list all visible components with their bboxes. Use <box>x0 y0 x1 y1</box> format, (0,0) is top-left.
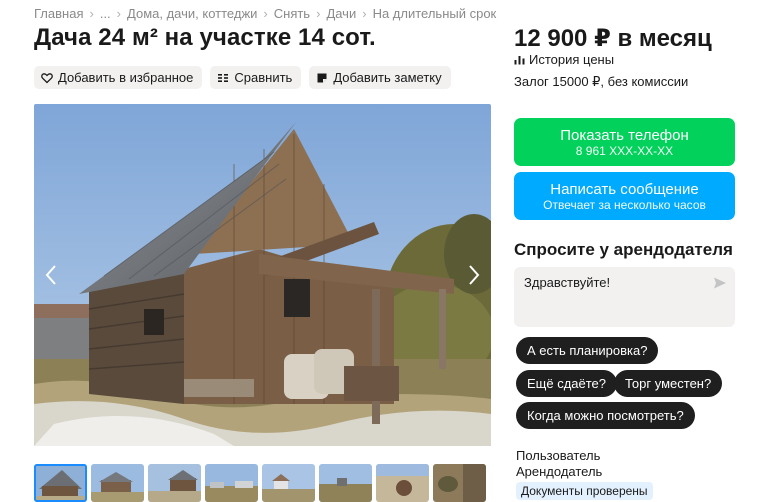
seller-role: Арендодатель <box>516 464 603 479</box>
breadcrumb-separator: › <box>89 6 94 21</box>
price-history-link[interactable]: История цены <box>514 52 614 67</box>
add-favorite-button[interactable]: Добавить в избранное <box>34 66 203 89</box>
heart-icon <box>41 72 53 83</box>
suggestion-bargain[interactable]: Торг уместен? <box>614 370 723 397</box>
thumbnail[interactable] <box>34 464 87 502</box>
compare-button[interactable]: Сравнить <box>210 66 302 89</box>
breadcrumb-rent[interactable]: Снять <box>274 6 310 21</box>
breadcrumb-dachas[interactable]: Дачи <box>326 6 356 21</box>
show-phone-button[interactable]: Показать телефон 8 961 XXX-XX-XX <box>514 118 735 166</box>
thumbnail[interactable] <box>319 464 372 502</box>
breadcrumb-separator: › <box>116 6 122 21</box>
price: 12 900 ₽ в месяц <box>514 25 712 52</box>
thumbnail[interactable] <box>148 464 201 502</box>
ask-landlord-title: Спросите у арендодателя <box>514 240 733 259</box>
thumbnail[interactable] <box>205 464 258 502</box>
chevron-left-icon[interactable] <box>44 264 58 286</box>
add-favorite-label: Добавить в избранное <box>58 70 194 85</box>
price-history-label: История цены <box>529 52 615 67</box>
send-icon[interactable] <box>713 276 727 290</box>
documents-verified-badge: Документы проверены <box>516 482 653 500</box>
phone-number: 8 961 XXX-XX-XX <box>575 144 674 158</box>
note-icon <box>317 73 327 82</box>
compare-label: Сравнить <box>234 70 293 85</box>
breadcrumb: Главная › ... › Дома, дачи, коттеджи › Снят… <box>34 6 496 21</box>
compare-icon <box>218 73 229 82</box>
photo-thumbnails <box>34 464 486 502</box>
response-time: Отвечает за несколько часов <box>543 198 706 212</box>
breadcrumb-separator: › <box>316 6 321 21</box>
write-message-label: Написать сообщение <box>550 181 699 198</box>
thumbnail[interactable] <box>91 464 144 502</box>
house-photo-image <box>34 104 491 446</box>
thumbnail[interactable] <box>262 464 315 502</box>
message-input[interactable]: Здравствуйте! <box>514 267 735 327</box>
deposit-info: Залог 15000 ₽, без комиссии <box>514 74 689 89</box>
breadcrumb-separator: › <box>362 6 367 21</box>
show-phone-label: Показать телефон <box>560 127 689 144</box>
add-note-label: Добавить заметку <box>333 70 442 85</box>
seller-name[interactable]: Пользователь <box>516 448 600 463</box>
message-input-value: Здравствуйте! <box>524 275 611 290</box>
suggestion-viewing[interactable]: Когда можно посмотреть? <box>516 402 695 429</box>
breadcrumb-ellipsis[interactable]: ... <box>100 6 111 21</box>
breadcrumb-long-term[interactable]: На длительный срок <box>373 6 497 21</box>
add-note-button[interactable]: Добавить заметку <box>309 66 451 89</box>
breadcrumb-houses[interactable]: Дома, дачи, коттеджи <box>127 6 257 21</box>
breadcrumb-separator: › <box>263 6 268 21</box>
thumbnail[interactable] <box>376 464 429 502</box>
chevron-right-icon[interactable] <box>467 264 481 286</box>
listing-actions: Добавить в избранное Сравнить Добавить з… <box>34 66 451 89</box>
breadcrumb-home[interactable]: Главная <box>34 6 83 21</box>
suggestion-still-renting[interactable]: Ещё сдаёте? <box>516 370 618 397</box>
main-photo[interactable] <box>34 104 491 446</box>
write-message-button[interactable]: Написать сообщение Отвечает за несколько… <box>514 172 735 220</box>
page-title: Дача 24 м² на участке 14 сот. <box>34 24 376 51</box>
thumbnail[interactable] <box>433 464 486 502</box>
suggestion-layout[interactable]: А есть планировка? <box>516 337 659 364</box>
chart-icon <box>514 56 525 65</box>
